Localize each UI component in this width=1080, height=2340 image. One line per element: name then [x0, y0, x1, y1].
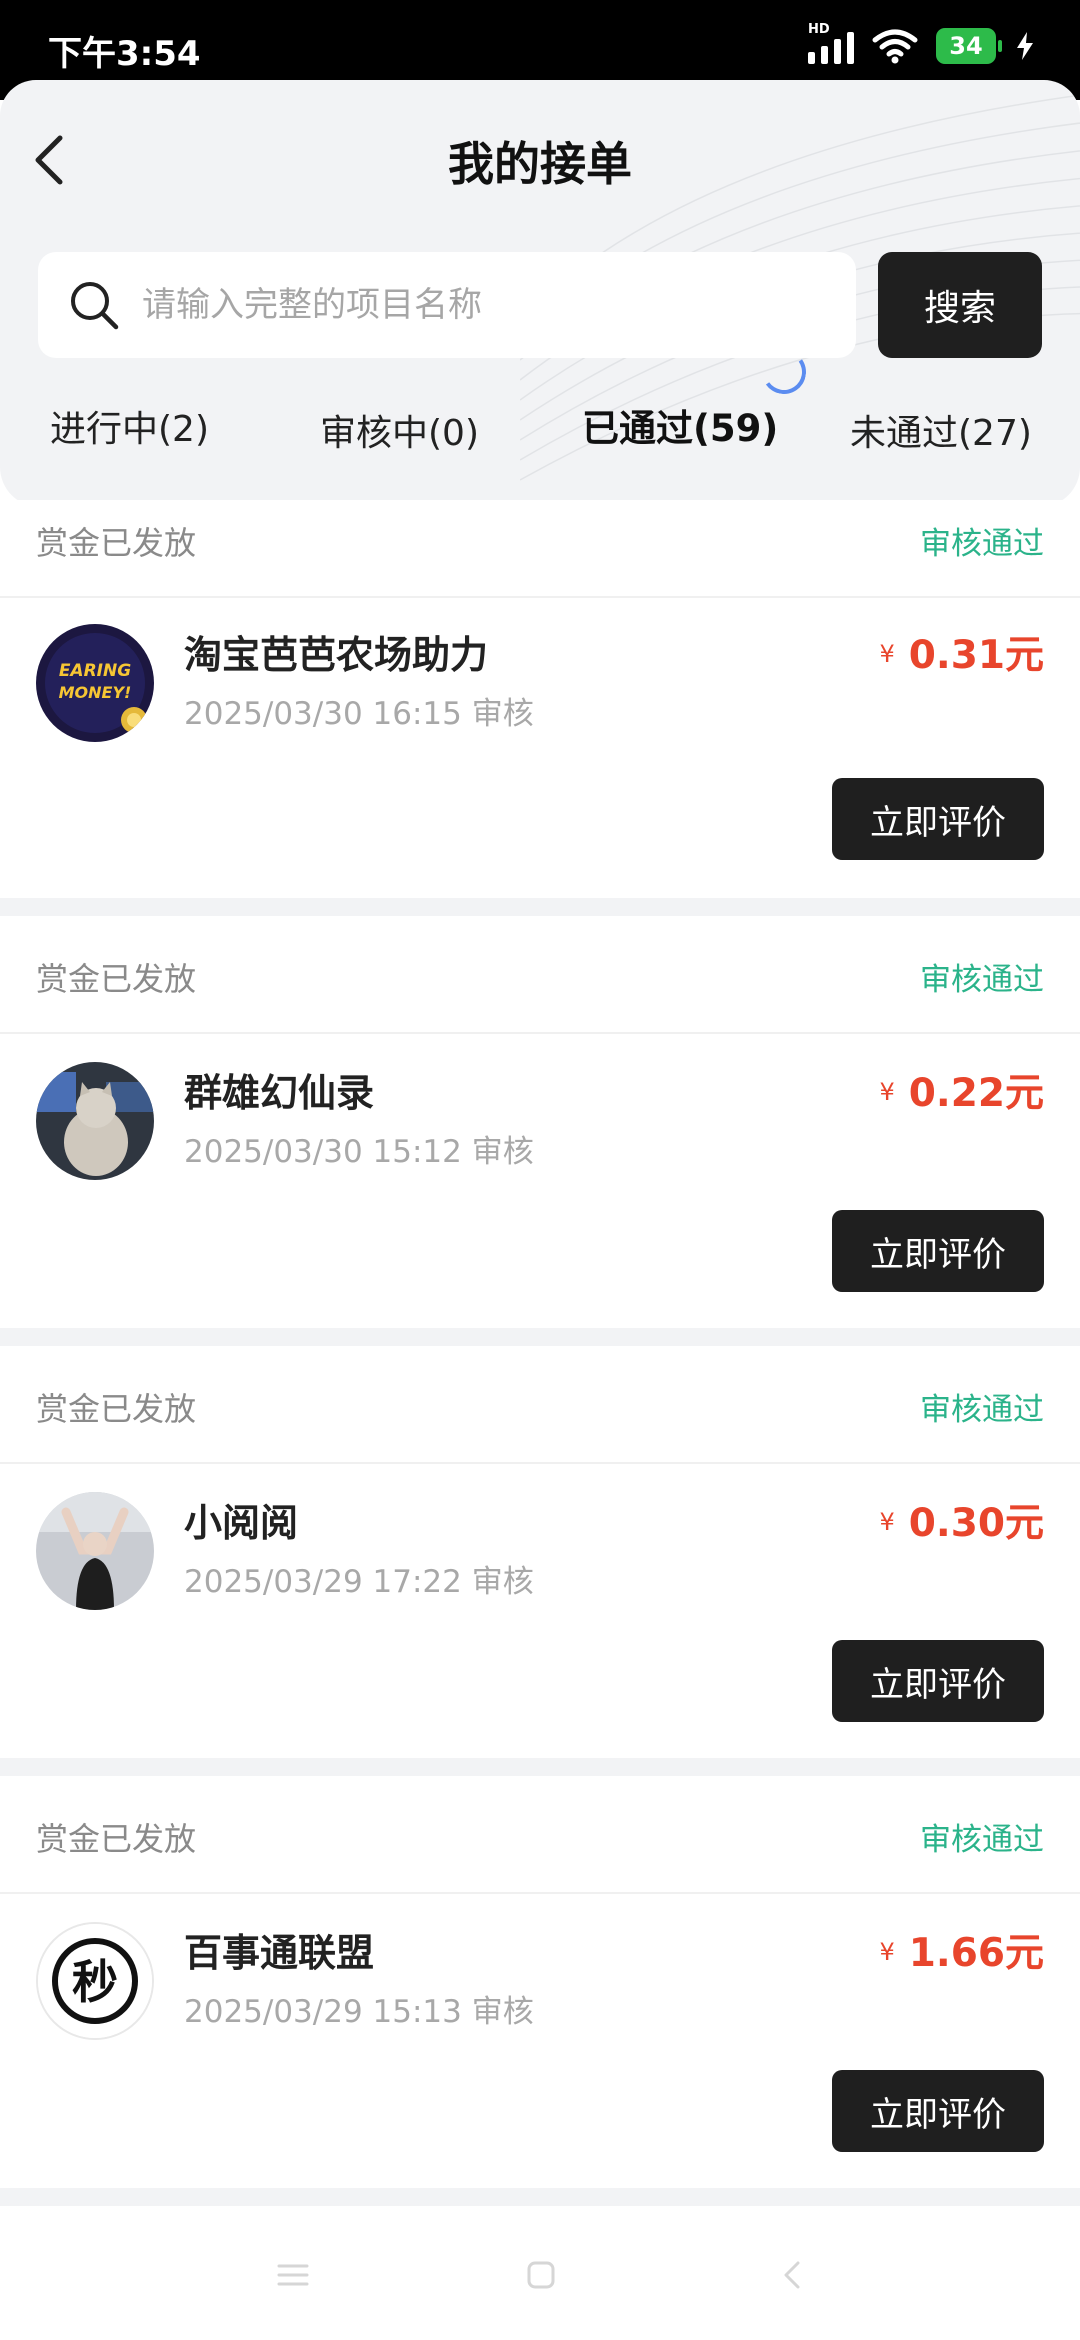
- currency-symbol: ¥: [879, 1078, 895, 1106]
- tab-approved[interactable]: 已通过(59): [582, 398, 778, 452]
- search-icon: [71, 282, 119, 330]
- header-panel: 我的接单 搜索 进行中(2) 审核中(0) 已通过(59) 未通过(27): [0, 80, 1080, 507]
- project-avatar: [36, 1492, 154, 1610]
- svg-text:MONEY!: MONEY!: [59, 683, 132, 702]
- project-name: 小阅阅: [184, 1501, 299, 1545]
- system-nav-bar: [0, 2210, 1080, 2340]
- review-status: 审核通过: [920, 1822, 1044, 1858]
- reward-amount: 0.30元: [908, 1501, 1044, 1546]
- card-separator: [0, 2188, 1080, 2206]
- search-input[interactable]: [140, 284, 824, 326]
- battery-level: 34: [949, 32, 983, 60]
- order-card[interactable]: 赏金已发放 审核通过 小阅阅 2025/03/29 17:22 审核 ¥0.30…: [0, 1346, 1080, 1760]
- home-icon[interactable]: [526, 2260, 556, 2290]
- status-time: 下午3:54: [48, 34, 201, 74]
- search-box[interactable]: [38, 252, 856, 358]
- reward-price: ¥0.30元: [879, 1492, 1044, 1548]
- miao-seal-logo-icon: 秒: [38, 1924, 152, 2038]
- status-tabs: 进行中(2) 审核中(0) 已通过(59) 未通过(27): [0, 400, 1080, 490]
- avatar-seal-text: 秒: [72, 1955, 118, 2009]
- project-avatar: EARING MONEY!: [36, 624, 154, 742]
- charging-icon: [1017, 32, 1033, 60]
- currency-symbol: ¥: [879, 1508, 895, 1536]
- project-avatar: [36, 1062, 154, 1180]
- back-nav-icon[interactable]: [780, 2260, 804, 2290]
- order-card[interactable]: 赏金已发放 审核通过 EARING MONEY! 淘宝芭芭农场助力 2025/0…: [0, 500, 1080, 898]
- review-status: 审核通过: [920, 1392, 1044, 1428]
- currency-symbol: ¥: [879, 640, 895, 668]
- reward-price: ¥1.66元: [879, 1922, 1044, 1978]
- order-card-header: 赏金已发放 审核通过: [0, 500, 1080, 598]
- cell-signal-icon: HD: [808, 22, 854, 64]
- order-card[interactable]: 赏金已发放 审核通过 群雄幻仙录 2025/03/30 15:12 审核 ¥0.…: [0, 916, 1080, 1330]
- rate-now-button[interactable]: 立即评价: [832, 778, 1044, 860]
- card-separator: [0, 1328, 1080, 1346]
- page-title: 我的接单: [448, 137, 632, 191]
- svg-text:EARING: EARING: [59, 661, 131, 681]
- reward-amount: 0.31元: [908, 633, 1044, 678]
- person-photo-icon: [36, 1492, 154, 1610]
- bounty-status: 赏金已发放: [36, 960, 197, 998]
- review-status: 审核通过: [920, 526, 1044, 562]
- menu-icon[interactable]: [276, 2260, 310, 2290]
- tab-under-review[interactable]: 审核中(0): [320, 404, 479, 456]
- bounty-status: 赏金已发放: [36, 1390, 197, 1428]
- tab-rejected[interactable]: 未通过(27): [850, 404, 1032, 456]
- earning-money-logo-icon: EARING MONEY!: [36, 624, 154, 742]
- rate-now-button[interactable]: 立即评价: [832, 2070, 1044, 2152]
- review-status: 审核通过: [920, 962, 1044, 998]
- review-time: 2025/03/29 15:13 审核: [184, 1994, 534, 2030]
- review-time: 2025/03/30 16:15 审核: [184, 696, 534, 732]
- order-card-header: 赏金已发放 审核通过: [0, 936, 1080, 1034]
- card-separator: [0, 1758, 1080, 1776]
- bounty-status: 赏金已发放: [36, 1820, 197, 1858]
- review-time: 2025/03/30 15:12 审核: [184, 1134, 534, 1170]
- network-label: HD: [808, 22, 830, 37]
- project-name: 百事通联盟: [184, 1931, 375, 1975]
- reward-price: ¥0.22元: [879, 1062, 1044, 1118]
- cat-photo-icon: [36, 1062, 154, 1180]
- reward-price: ¥0.31元: [879, 624, 1044, 680]
- currency-symbol: ¥: [879, 1938, 895, 1966]
- project-avatar: 秒: [36, 1922, 154, 2040]
- battery-icon: 34: [936, 28, 1002, 64]
- reward-amount: 0.22元: [908, 1071, 1044, 1116]
- bounty-status: 赏金已发放: [36, 524, 197, 562]
- project-name: 淘宝芭芭农场助力: [184, 633, 489, 677]
- search-button[interactable]: 搜索: [878, 252, 1042, 358]
- wifi-icon: [872, 29, 918, 64]
- review-time: 2025/03/29 17:22 审核: [184, 1564, 534, 1600]
- order-card-header: 赏金已发放 审核通过: [0, 1366, 1080, 1464]
- rate-now-button[interactable]: 立即评价: [832, 1640, 1044, 1722]
- card-separator: [0, 898, 1080, 916]
- reward-amount: 1.66元: [908, 1931, 1044, 1976]
- project-name: 群雄幻仙录: [184, 1071, 375, 1115]
- order-card-header: 赏金已发放 审核通过: [0, 1796, 1080, 1894]
- rate-now-button[interactable]: 立即评价: [832, 1210, 1044, 1292]
- status-icons: HD 34: [808, 22, 1036, 64]
- order-card[interactable]: 赏金已发放 审核通过 秒 百事通联盟 2025/03/29 15:13 审核 ¥…: [0, 1776, 1080, 2190]
- tab-in-progress[interactable]: 进行中(2): [50, 400, 209, 452]
